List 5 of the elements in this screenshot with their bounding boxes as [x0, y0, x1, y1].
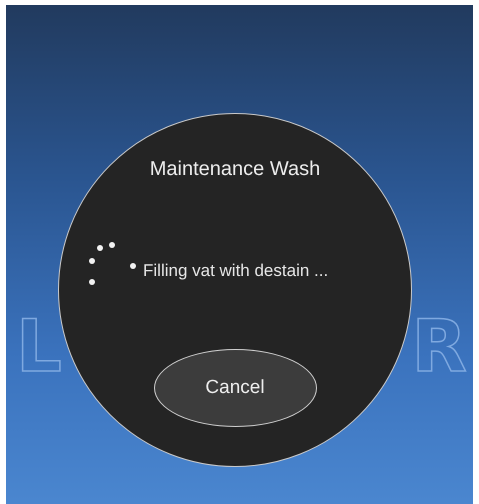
- status-text: Filling vat with destain ...: [143, 261, 328, 281]
- logo-letter: L: [16, 310, 68, 382]
- cancel-button[interactable]: Cancel: [154, 349, 316, 427]
- logo-letters: R: [412, 310, 473, 382]
- dialog-title: Maintenance Wash: [150, 158, 320, 181]
